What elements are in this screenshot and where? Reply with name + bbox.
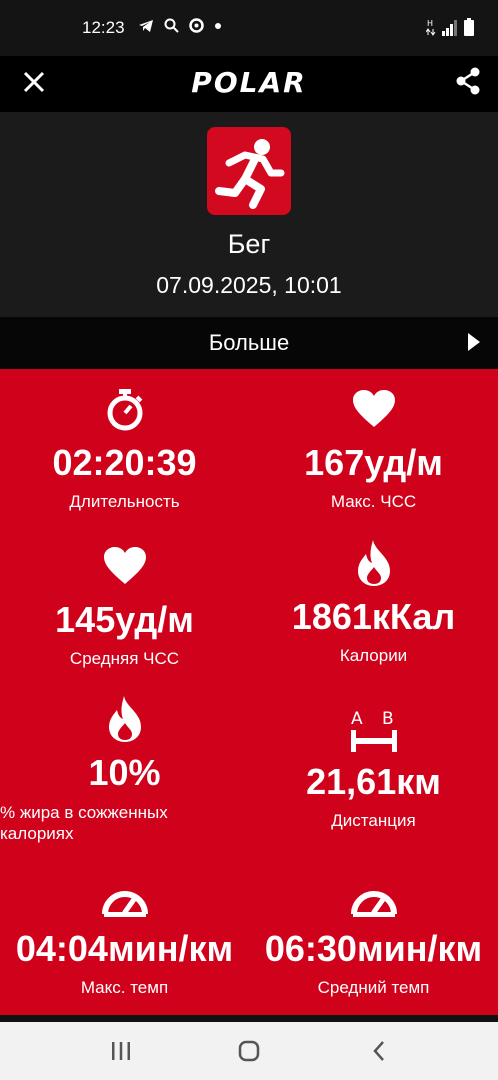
flame-icon <box>357 540 390 586</box>
activity-datetime: 07.09.2025, 10:01 <box>156 272 342 298</box>
battery-icon <box>464 18 474 36</box>
stat-duration: 02:20:39 Длительность <box>0 389 249 512</box>
flame-icon <box>108 696 141 742</box>
status-right-icons: H <box>426 18 474 36</box>
telegram-icon <box>139 20 153 32</box>
stat-value: 167уд/м <box>304 442 443 483</box>
stat-max-pace: 04:04мин/км Макс. темп <box>0 882 249 998</box>
stat-max-hr: 167уд/м Макс. ЧСС <box>249 389 498 512</box>
stat-label: Макс. ЧСС <box>330 492 417 511</box>
stopwatch-icon <box>107 389 142 431</box>
distance-icon-b: B <box>382 709 394 729</box>
network-icon: H <box>426 19 436 36</box>
share-icon[interactable] <box>454 66 482 96</box>
stat-value: 145уд/м <box>55 599 194 640</box>
close-icon[interactable] <box>20 68 48 96</box>
stat-value: 10% <box>88 752 161 793</box>
status-time: 12:23 <box>82 18 125 37</box>
sport-tile <box>207 127 291 215</box>
polar-logo: POLAR <box>191 65 307 99</box>
status-notification-icons <box>138 18 221 36</box>
stat-avg-pace: 06:30мин/км Средний темп <box>249 882 498 998</box>
more-button[interactable]: Больше <box>0 317 498 369</box>
stat-fat-percent: 10% % жира в сожженных калориях <box>0 695 249 844</box>
stat-value: 1861кКал <box>291 596 456 637</box>
running-icon <box>215 139 285 209</box>
play-arrow-icon <box>468 333 480 351</box>
stat-label: Длительность <box>69 492 180 511</box>
heart-icon <box>103 547 146 584</box>
search-icon <box>164 18 179 33</box>
stat-label: Макс. темп <box>80 978 169 997</box>
more-label: Больше <box>208 330 290 355</box>
stat-avg-hr: 145уд/м Средняя ЧСС <box>0 546 249 669</box>
stat-value: 21,61км <box>306 761 441 802</box>
stat-distance: A B 21,61км Дистанция <box>249 706 498 831</box>
stat-label: % жира в сожженных калориях <box>0 803 168 843</box>
stat-label: Калории <box>339 646 408 665</box>
app-bar: POLAR <box>0 56 498 112</box>
back-icon[interactable] <box>367 1039 391 1063</box>
circle-app-icon <box>189 18 205 33</box>
speedometer-icon <box>101 891 148 917</box>
heart-icon <box>352 390 395 427</box>
distance-icon-a: A <box>351 709 363 729</box>
stat-label: Средняя ЧСС <box>69 649 180 668</box>
status-bar: 12:23 H <box>0 0 498 56</box>
activity-header: Бег 07.09.2025, 10:01 <box>0 112 498 317</box>
recent-apps-icon[interactable] <box>109 1039 133 1063</box>
sport-name: Бег <box>227 229 271 259</box>
stat-value: 02:20:39 <box>52 442 197 483</box>
stat-label: Средний темп <box>317 978 430 997</box>
distance-icon: A B <box>350 709 397 752</box>
stat-label: Дистанция <box>331 811 416 830</box>
stat-value: 04:04мин/км <box>15 928 234 969</box>
home-icon[interactable] <box>237 1039 261 1063</box>
svg-text:H: H <box>427 19 433 28</box>
stats-panel: 02:20:39 Длительность 167уд/м Макс. ЧСС … <box>0 369 498 1015</box>
stat-calories: 1861кКал Калории <box>249 539 498 666</box>
signal-icon <box>442 20 457 36</box>
stat-value: 06:30мин/км <box>264 928 483 969</box>
system-nav-bar <box>0 1022 498 1080</box>
dot-icon <box>214 23 221 29</box>
speedometer-icon <box>350 891 397 917</box>
